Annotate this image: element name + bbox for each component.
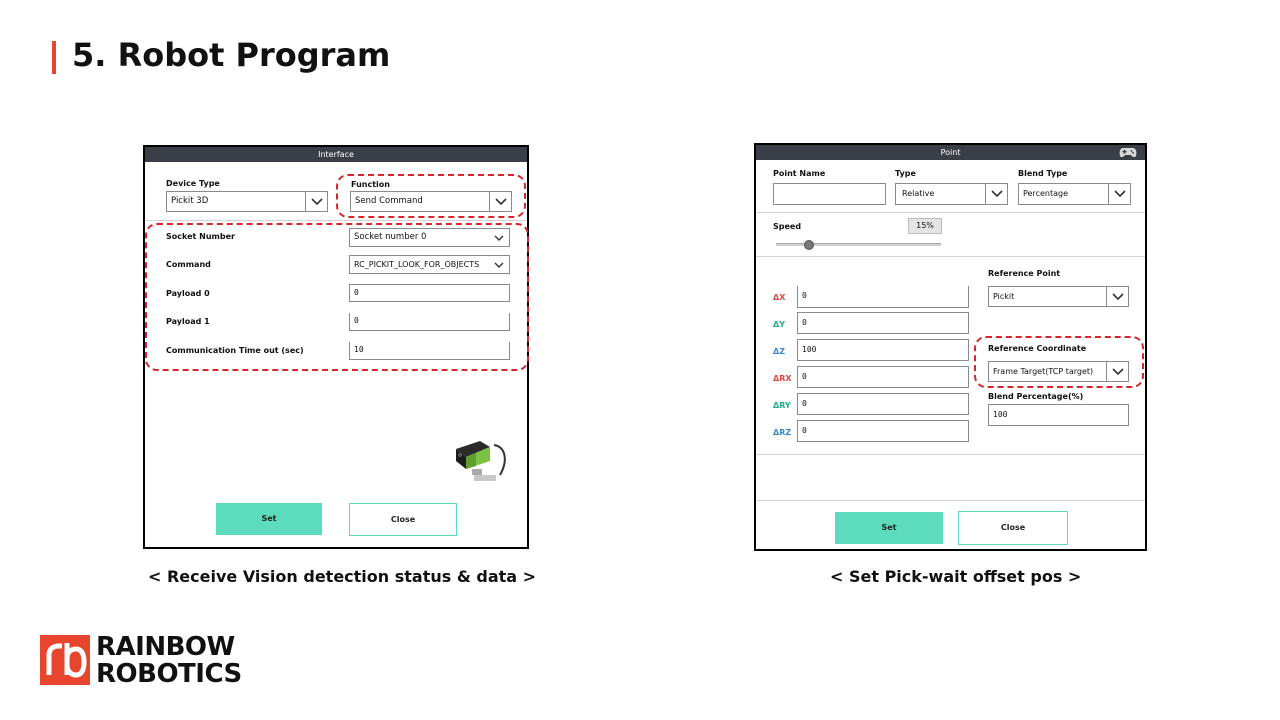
blend-type-select[interactable]: Percentage [1018,183,1131,205]
command-value: RC_PICKIT_LOOK_FOR_OBJECTS [354,260,480,269]
function-label: Function [351,180,390,189]
blend-type-value: Percentage [1023,189,1069,198]
socket-number-select[interactable]: Socket number 0 [349,228,510,247]
point-dialog: Point Point Name Type Relative Blend Typ… [754,143,1147,551]
speed-value-badge: 15% [908,218,942,234]
command-label: Command [166,260,211,269]
socket-number-value: Socket number 0 [354,232,427,242]
dx-label: ΔX [773,293,786,302]
command-select[interactable]: RC_PICKIT_LOOK_FOR_OBJECTS [349,255,510,274]
set-button[interactable]: Set [835,512,943,544]
type-value: Relative [902,189,935,198]
title-accent-bar [52,41,56,74]
device-type-select[interactable]: Pickit 3D [166,191,328,212]
blend-type-label: Blend Type [1018,169,1068,178]
timeout-input[interactable]: 10 [349,342,510,360]
chevron-down-icon [305,192,327,211]
drx-label: ΔRX [773,374,792,383]
chevron-down-icon [1106,362,1128,381]
speed-slider-track[interactable] [776,240,941,250]
point-name-input[interactable] [773,183,886,205]
divider [756,500,1145,501]
reference-point-label: Reference Point [988,269,1061,278]
point-dialog-title: Point [940,148,961,157]
dx-input[interactable]: 0 [797,286,969,308]
speed-label: Speed [773,222,802,231]
blend-percentage-input[interactable]: 100 [988,404,1129,426]
reference-point-select[interactable]: Pickit [988,286,1129,307]
close-button[interactable]: Close [958,511,1068,545]
point-dialog-header: Point [756,145,1145,160]
caption-right: < Set Pick-wait offset pos > [830,567,1082,586]
pickit-camera-icon [456,441,506,481]
function-value: Send Command [355,196,423,206]
close-button[interactable]: Close [349,503,457,536]
chevron-down-icon [1108,184,1130,204]
payload0-label: Payload 0 [166,289,210,298]
chevron-down-icon [489,192,511,211]
device-type-value: Pickit 3D [171,196,209,206]
page-title: 5. Robot Program [72,36,391,74]
chevron-down-icon [1106,287,1128,306]
payload0-input[interactable]: 0 [349,284,510,302]
drz-input[interactable]: 0 [797,420,969,442]
reference-point-value: Pickit [993,292,1015,301]
chevron-down-icon [985,184,1007,204]
divider [145,220,527,221]
payload1-input[interactable]: 0 [349,313,510,331]
chevron-down-icon [491,256,509,273]
gamepad-icon[interactable] [1119,147,1137,158]
speed-slider-knob[interactable] [804,240,814,250]
dry-label: ΔRY [773,401,791,410]
function-select[interactable]: Send Command [350,191,512,212]
reference-coordinate-label: Reference Coordinate [988,344,1087,353]
rainbow-robotics-logo-mark [40,635,90,685]
brand-name-line2: ROBOTICS [96,659,242,689]
socket-number-label: Socket Number [166,232,235,241]
drx-input[interactable]: 0 [797,366,969,388]
blend-percentage-label: Blend Percentage(%) [988,392,1084,401]
device-type-label: Device Type [166,179,220,188]
brand-name-line1: RAINBOW [96,632,235,662]
dy-label: ΔY [773,320,785,329]
reference-coordinate-value: Frame Target(TCP target) [993,367,1094,376]
dz-label: ΔZ [773,347,785,356]
type-select[interactable]: Relative [895,183,1008,205]
type-label: Type [895,169,916,178]
dy-input[interactable]: 0 [797,312,969,334]
divider [756,454,1145,455]
interface-dialog: Interface Device Type Pickit 3D Function… [143,145,529,549]
dry-input[interactable]: 0 [797,393,969,415]
reference-coordinate-select[interactable]: Frame Target(TCP target) [988,361,1129,382]
set-button[interactable]: Set [216,503,322,535]
divider [756,256,1145,257]
drz-label: ΔRZ [773,428,792,437]
interface-dialog-header: Interface [145,147,527,162]
dz-input[interactable]: 100 [797,339,969,361]
caption-left: < Receive Vision detection status & data… [148,567,537,586]
payload1-label: Payload 1 [166,317,210,326]
point-name-label: Point Name [773,169,826,178]
chevron-down-icon [491,229,509,246]
timeout-label: Communication Time out (sec) [166,346,304,355]
divider [756,212,1145,213]
